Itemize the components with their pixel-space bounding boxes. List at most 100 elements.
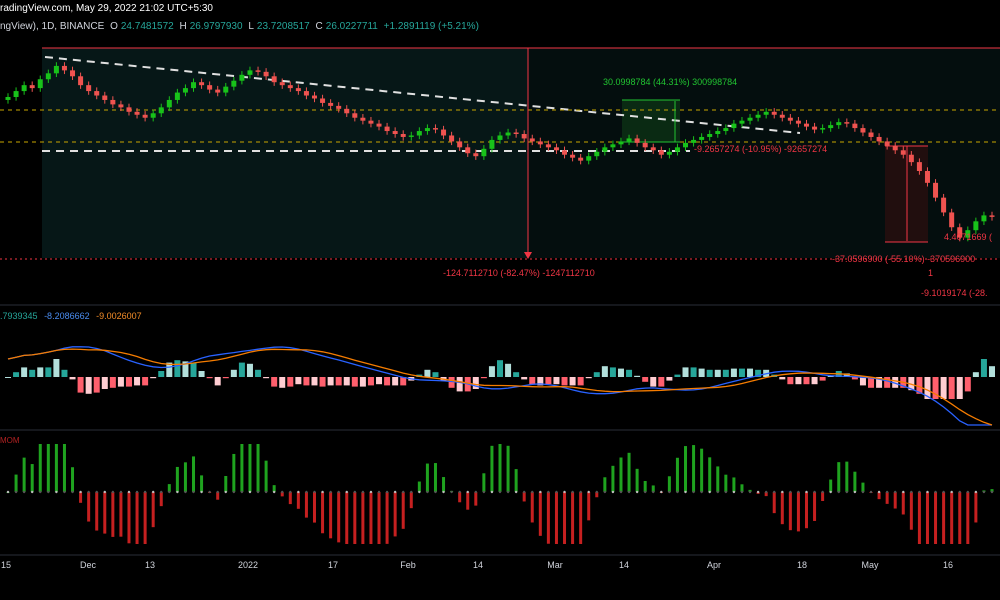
macd-hist-bar [456,377,463,392]
candle-body [674,147,680,152]
candle-body [191,82,197,89]
squeeze-bar [296,492,300,509]
squeeze-bar [611,465,615,492]
macd-pane [5,346,995,426]
macd-hist-bar [327,377,334,386]
candle-body [142,114,148,118]
squeeze-dot [353,490,357,494]
macd-hist-bar [513,372,520,377]
squeeze-bar [788,492,792,531]
squeeze-dot [498,490,502,494]
squeeze-bar [143,492,147,544]
candle-body [860,128,866,133]
squeeze-bar [200,475,204,492]
macd-hist-bar [150,377,157,379]
macd-hist-bar [529,377,536,385]
candle-body [787,117,793,121]
squeeze-bar [111,492,115,537]
candle-body [215,89,221,93]
squeeze-bar [813,492,817,521]
candle-body [618,141,624,145]
squeeze-bar [708,457,712,492]
date-range-box [42,48,528,258]
price-chart[interactable]: 30.0998784 (44.31%) 300998784 -9.2657274 … [0,0,1000,600]
measure-label: -37.0596900 (-55.10%) -370596900 [832,254,975,264]
macd-hist-bar [730,368,737,377]
squeeze-dot [918,490,921,494]
candle-body [400,134,406,137]
squeeze-bar [14,474,18,492]
candle-body [989,215,995,217]
measure-label: -9.1019174 (-28. [921,288,988,298]
squeeze-bar [845,461,849,492]
x-tick-label: Dec [80,560,97,570]
candle-body [666,151,672,155]
candle-body [513,132,519,134]
candle-body [384,126,390,132]
squeeze-bar [337,492,341,543]
candle-body [747,117,753,121]
squeeze-bar [772,492,776,514]
squeeze-dot [111,490,115,494]
squeeze-dot [272,490,276,494]
candle-body [118,104,124,108]
squeeze-bar [506,445,510,492]
squeeze-dot [619,490,623,494]
macd-hist-bar [109,377,116,388]
measure-label: 1 [928,268,933,278]
macd-hist-bar [190,362,197,377]
macd-hist-bar [706,369,713,377]
candle-body [924,171,930,183]
macd-hist-bar [617,368,624,377]
squeeze-dot [756,490,760,494]
candle-body [239,74,245,81]
candle-body [933,182,939,198]
candle-body [981,215,987,222]
candle-body [271,76,277,83]
candle-body [481,148,487,157]
macd-hist-bar [674,374,681,377]
squeeze-dot [829,490,832,494]
squeeze-bar [909,492,913,530]
candle-body [642,142,648,148]
candle-body [368,120,374,124]
squeeze-bar [482,473,486,492]
squeeze-bar [62,444,66,492]
candle-body [126,107,132,112]
macd-hist-bar [666,377,673,381]
macd-hist-bar [698,368,705,377]
macd-hist-bar [335,377,342,386]
measure-label: 4.4071669 ( [944,232,992,242]
candle-body [416,131,422,136]
time-axis: 15 Dec 13 2022 17 Feb 14 Mar 14 Apr 18 May 16 [1,560,953,570]
macd-hist-bar [222,377,229,379]
macd-hist-bar [174,360,181,377]
squeeze-dot [426,490,429,494]
squeeze-dot [635,490,639,494]
squeeze-bar [353,492,357,544]
candle-body [432,128,438,130]
squeeze-dot [877,490,881,494]
x-tick-label: 16 [943,560,953,570]
candle-body [457,141,463,148]
squeeze-dot [740,490,744,494]
x-tick-label: Apr [707,560,721,570]
squeeze-dot [369,490,373,494]
squeeze-bar [587,492,591,521]
squeeze-dot [603,490,607,494]
squeeze-dot [87,490,90,494]
x-tick-label: 14 [473,560,483,570]
candle-body [803,123,809,127]
squeeze-bar [30,464,34,492]
macd-hist-bar [803,377,810,385]
candle-body [683,142,689,148]
candle-body [578,157,584,161]
squeeze-bar [901,492,905,515]
squeeze-dot [39,490,42,494]
macd-hist-bar [859,377,866,386]
squeeze-dot [821,490,824,494]
macd-hist-bar [351,377,358,387]
candle-body [158,107,164,114]
squeeze-dot [990,490,994,494]
squeeze-dot [103,490,106,494]
